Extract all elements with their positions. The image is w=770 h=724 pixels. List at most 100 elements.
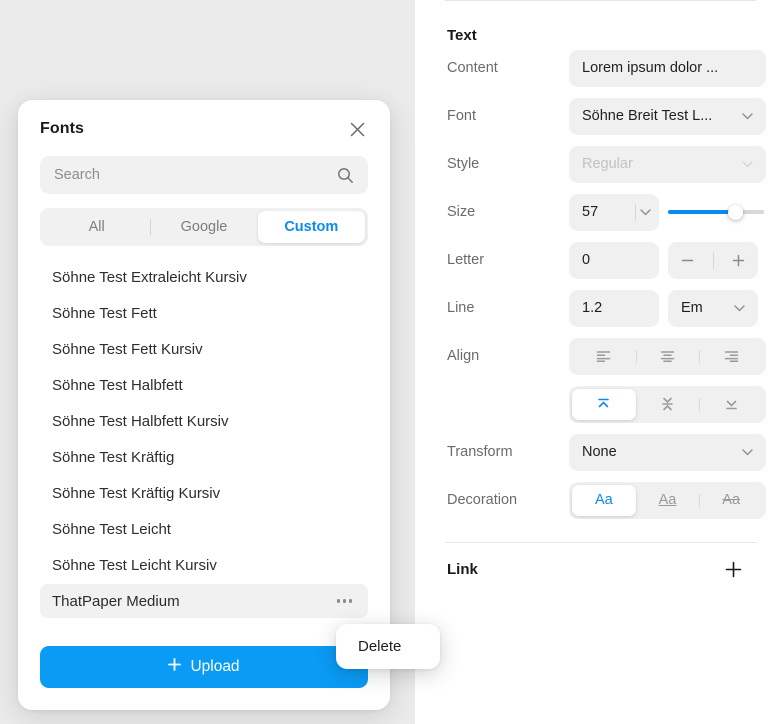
decoration-underline-label: Aa: [658, 492, 677, 508]
row-content: Content Lorem ipsum dolor ...: [431, 44, 766, 92]
align-left-icon[interactable]: [572, 341, 636, 372]
size-input[interactable]: 57: [569, 193, 659, 231]
content-value: Lorem ipsum dolor ...: [582, 60, 719, 76]
line-height-unit-value: Em: [681, 300, 703, 316]
font-list[interactable]: Söhne Test Extraleicht Kursiv Söhne Test…: [18, 260, 390, 620]
font-name: Söhne Test Halbfett: [52, 376, 183, 394]
tab-google[interactable]: Google: [150, 211, 257, 243]
font-select[interactable]: Söhne Breit Test L...: [569, 97, 766, 135]
font-name: Söhne Test Leicht: [52, 520, 171, 538]
align-middle-icon[interactable]: [636, 389, 700, 420]
transform-value: None: [582, 444, 617, 460]
decoration-none-button[interactable]: Aa: [572, 484, 636, 516]
font-name: Söhne Test Leicht Kursiv: [52, 556, 217, 574]
search-container: [18, 146, 390, 194]
decoration-underline-button[interactable]: Aa: [636, 485, 700, 516]
line-height-value: 1.2: [582, 300, 603, 316]
list-item[interactable]: Söhne Test Fett: [40, 296, 368, 330]
plus-icon: [168, 658, 182, 676]
label-line: Line: [447, 300, 475, 316]
style-select: Regular: [569, 145, 766, 183]
vertical-align-group: [569, 385, 766, 423]
font-value: Söhne Breit Test L...: [582, 108, 713, 124]
label-style: Style: [447, 156, 480, 172]
chevron-down-icon: [742, 448, 753, 456]
font-name: Söhne Test Halbfett Kursiv: [52, 412, 229, 430]
row-size: Size 57: [431, 188, 764, 236]
list-item[interactable]: Söhne Test Halbfett: [40, 368, 368, 402]
row-align: Align: [431, 332, 766, 380]
list-item[interactable]: Söhne Test Leicht Kursiv: [40, 548, 368, 582]
label-font: Font: [447, 108, 477, 124]
list-item[interactable]: Söhne Test Extraleicht Kursiv: [40, 260, 368, 294]
list-item[interactable]: Söhne Test Halbfett Kursiv: [40, 404, 368, 438]
font-name: Söhne Test Extraleicht Kursiv: [52, 268, 247, 286]
label-size: Size: [447, 204, 476, 220]
decrement-button[interactable]: [681, 254, 694, 267]
transform-select[interactable]: None: [569, 433, 766, 471]
label-content: Content: [447, 60, 498, 76]
row-align-vertical: [431, 380, 766, 428]
align-right-icon[interactable]: [699, 341, 763, 372]
letter-spacing-input[interactable]: 0: [569, 241, 659, 279]
search-icon[interactable]: [337, 167, 354, 184]
row-font: Font Söhne Breit Test L...: [431, 92, 766, 140]
list-item[interactable]: Söhne Test Kräftig Kursiv: [40, 476, 368, 510]
label-align: Align: [447, 348, 480, 364]
size-value: 57: [582, 204, 599, 220]
fonts-panel: Fonts All Google Custom Söhne Test Extra…: [18, 100, 390, 710]
row-style: Style Regular: [431, 140, 766, 188]
line-height-input[interactable]: 1.2: [569, 289, 659, 327]
close-icon[interactable]: [346, 118, 368, 140]
horizontal-align-group: [569, 337, 766, 375]
upload-button[interactable]: Upload: [40, 646, 368, 688]
decoration-none-label: Aa: [594, 492, 613, 508]
menu-item-delete[interactable]: Delete: [336, 633, 440, 660]
section-title-text: Text: [447, 27, 477, 44]
letter-spacing-value: 0: [582, 252, 591, 268]
more-options-icon[interactable]: [333, 595, 357, 607]
content-field[interactable]: Lorem ipsum dolor ...: [569, 49, 766, 87]
align-bottom-icon[interactable]: [699, 389, 763, 420]
divider: [635, 203, 636, 221]
list-item[interactable]: Söhne Test Fett Kursiv: [40, 332, 368, 366]
section-title-link: Link: [447, 560, 478, 578]
style-value: Regular: [582, 156, 633, 172]
page-title: Fonts: [40, 120, 85, 137]
text-properties-panel: Text Content Lorem ipsum dolor ... Font …: [415, 0, 770, 724]
font-name: ThatPaper Medium: [52, 592, 180, 610]
divider: [712, 251, 714, 269]
label-transform: Transform: [447, 444, 513, 460]
search-box[interactable]: [40, 156, 368, 194]
context-menu: Delete: [336, 624, 440, 669]
size-slider[interactable]: [668, 202, 764, 222]
decoration-strikethrough-label: Aa: [722, 492, 741, 508]
list-item[interactable]: Söhne Test Leicht: [40, 512, 368, 546]
chevron-down-icon: [742, 112, 753, 120]
label-decoration: Decoration: [447, 492, 518, 508]
decoration-group: Aa Aa Aa: [569, 481, 766, 519]
line-height-unit-select[interactable]: Em: [668, 289, 758, 327]
align-top-icon[interactable]: [572, 388, 636, 420]
chevron-down-icon[interactable]: [640, 208, 651, 216]
list-item[interactable]: Söhne Test Kräftig: [40, 440, 368, 474]
increment-button[interactable]: [732, 254, 745, 267]
font-source-tabs: All Google Custom: [40, 208, 368, 246]
row-line: Line 1.2 Em: [431, 284, 758, 332]
slider-thumb[interactable]: [727, 204, 743, 220]
font-source-tabs-container: All Google Custom: [18, 194, 390, 246]
link-section: Link: [431, 543, 756, 595]
tab-custom[interactable]: Custom: [257, 211, 365, 243]
slider-fill: [668, 210, 736, 214]
chevron-down-icon: [742, 160, 753, 168]
tab-all[interactable]: All: [43, 211, 150, 243]
align-center-icon[interactable]: [635, 341, 700, 372]
decoration-strikethrough-button[interactable]: Aa: [699, 485, 763, 516]
list-item-selected[interactable]: ThatPaper Medium: [40, 584, 368, 618]
search-input[interactable]: [54, 167, 337, 183]
label-letter: Letter: [447, 252, 485, 268]
add-link-button[interactable]: [725, 561, 742, 578]
upload-button-label: Upload: [190, 658, 240, 675]
row-letter: Letter 0: [431, 236, 758, 284]
font-name: Söhne Test Fett Kursiv: [52, 340, 203, 358]
